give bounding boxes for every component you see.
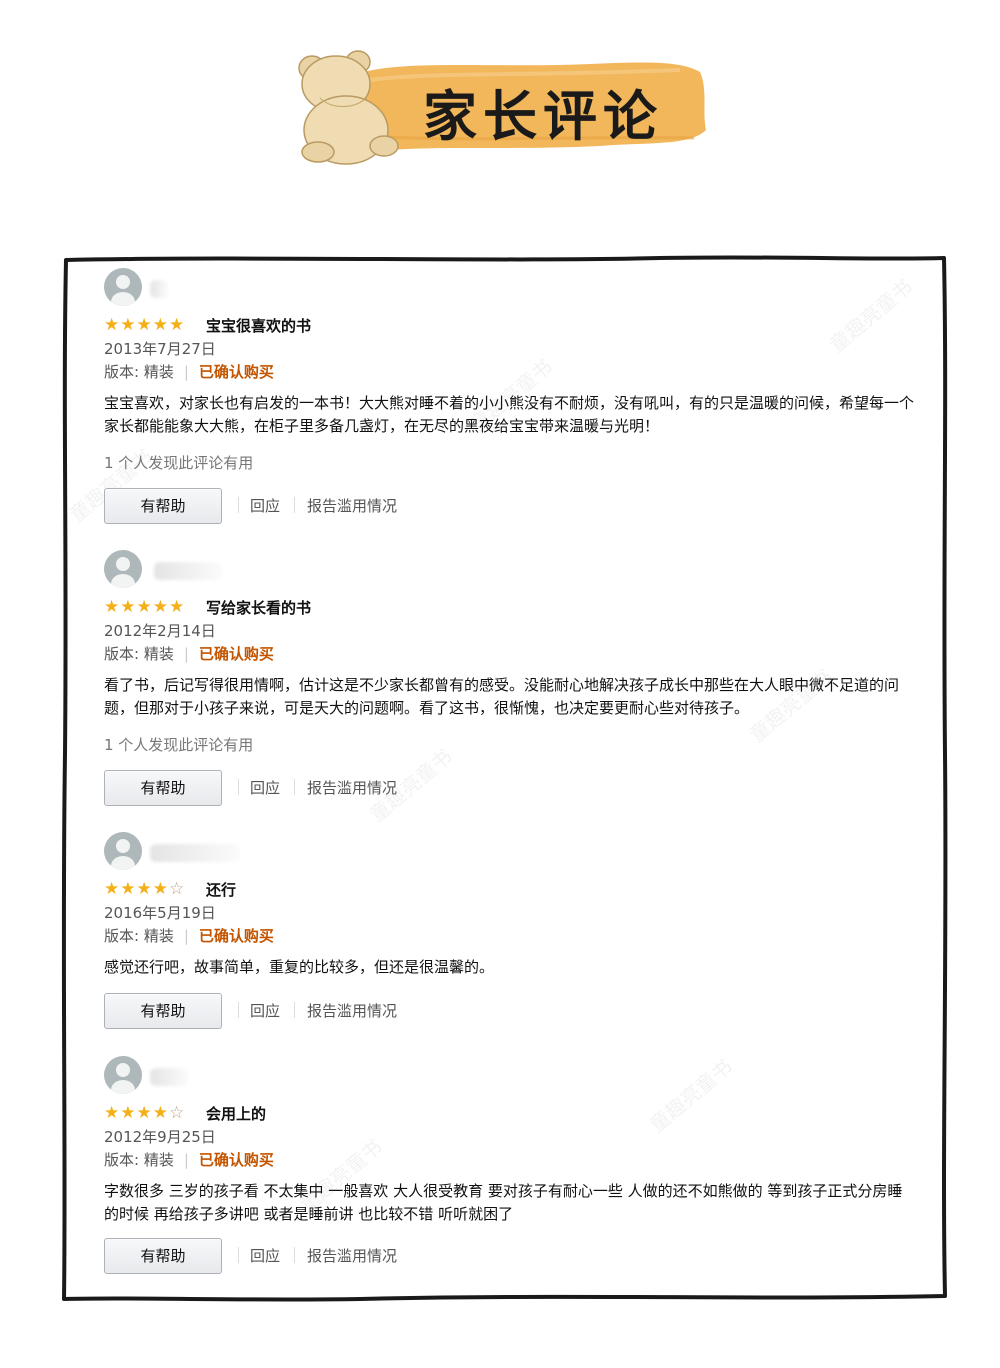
reviewer-name-blurred: [150, 844, 240, 862]
review-title[interactable]: 会用上的: [206, 1103, 266, 1124]
star-filled-icon: ★: [152, 315, 169, 335]
star-rating: ★★★★☆: [104, 1103, 185, 1123]
verified-purchase-badge: 已确认购买: [198, 645, 274, 663]
reviewer-row: [104, 550, 914, 588]
format-row: 版本: 精装 | 已确认购买: [104, 363, 274, 381]
review-date: 2016年5月19日: [104, 904, 216, 922]
star-filled-icon: ★: [104, 315, 121, 335]
header-banner: 家长评论: [290, 38, 710, 168]
review-title[interactable]: 宝宝很喜欢的书: [206, 315, 311, 336]
divider: [294, 1002, 295, 1018]
review-card: ★★★★★ 宝宝很喜欢的书 2013年7月27日 版本: 精装 | 已确认购买 宝宝…: [104, 268, 914, 526]
review-actions: 有帮助 回应 报告滥用情况: [104, 488, 914, 526]
format-label: 版本: 精装: [104, 927, 174, 945]
review-title[interactable]: 还行: [206, 879, 236, 900]
review-body: 看了书，后记写得很用情啊，估计这是不少家长都曾有的感受。没能耐心地解决孩子成长中…: [104, 676, 900, 717]
report-abuse-link[interactable]: 报告滥用情况: [307, 1000, 397, 1021]
verified-purchase-badge: 已确认购买: [198, 927, 274, 945]
star-filled-icon: ★: [104, 879, 121, 899]
divider: [238, 779, 239, 795]
review-actions: 有帮助 回应 报告滥用情况: [104, 993, 914, 1031]
format-row: 版本: 精装 | 已确认购买: [104, 645, 274, 663]
star-filled-icon: ★: [120, 597, 137, 617]
divider: [294, 497, 295, 513]
reviewer-name-blurred: [150, 1068, 188, 1086]
format-row: 版本: 精装 | 已确认购买: [104, 927, 274, 945]
format-row: 版本: 精装 | 已确认购买: [104, 1151, 274, 1169]
star-filled-icon: ★: [120, 879, 137, 899]
star-filled-icon: ★: [136, 597, 153, 617]
avatar-icon: [104, 550, 142, 588]
star-filled-icon: ★: [120, 1103, 137, 1123]
verified-purchase-badge: 已确认购买: [198, 1151, 274, 1169]
reply-link[interactable]: 回应: [250, 777, 280, 798]
reviewer-name-blurred: [154, 562, 222, 580]
divider: [294, 1247, 295, 1263]
review-body: 字数很多 三岁的孩子看 不太集中 一般喜欢 大人很受教育 要对孩子有耐心一些 人…: [104, 1182, 903, 1223]
review-actions: 有帮助 回应 报告滥用情况: [104, 770, 914, 808]
star-filled-icon: ★: [169, 315, 186, 335]
reply-link[interactable]: 回应: [250, 495, 280, 516]
star-empty-icon: ☆: [169, 1103, 186, 1123]
review-card: ★★★★☆ 还行 2016年5月19日 版本: 精装 | 已确认购买 感觉还行吧，故…: [104, 832, 914, 1031]
format-label: 版本: 精装: [104, 1151, 174, 1169]
star-filled-icon: ★: [104, 1103, 121, 1123]
teddy-bear-illustration: [298, 50, 399, 165]
helpful-button[interactable]: 有帮助: [104, 770, 222, 806]
star-filled-icon: ★: [152, 879, 169, 899]
review-title[interactable]: 写给家长看的书: [206, 597, 311, 618]
review-date: 2012年2月14日: [104, 622, 216, 640]
reply-link[interactable]: 回应: [250, 1000, 280, 1021]
divider: [294, 779, 295, 795]
star-rating: ★★★★★: [104, 315, 185, 335]
star-rating: ★★★★☆: [104, 879, 185, 899]
helpful-button[interactable]: 有帮助: [104, 993, 222, 1029]
format-label: 版本: 精装: [104, 363, 174, 381]
star-filled-icon: ★: [169, 597, 186, 617]
page-title: 家长评论: [423, 85, 663, 148]
star-rating: ★★★★★: [104, 597, 185, 617]
divider: [238, 1002, 239, 1018]
review-actions: 有帮助 回应 报告滥用情况: [104, 1238, 914, 1276]
divider: [238, 497, 239, 513]
review-body: 宝宝喜欢，对家长也有启发的一本书！大大熊对睡不着的小小熊没有不耐烦，没有吼叫，有…: [104, 394, 915, 435]
star-filled-icon: ★: [136, 315, 153, 335]
review-date: 2013年7月27日: [104, 340, 216, 358]
star-filled-icon: ★: [104, 597, 121, 617]
review-body: 感觉还行吧，故事简单，重复的比较多，但还是很温馨的。: [104, 958, 495, 976]
helpful-count: 1 个人发现此评论有用: [104, 736, 254, 754]
star-filled-icon: ★: [152, 597, 169, 617]
format-label: 版本: 精装: [104, 645, 174, 663]
star-empty-icon: ☆: [169, 879, 186, 899]
reply-link[interactable]: 回应: [250, 1245, 280, 1266]
report-abuse-link[interactable]: 报告滥用情况: [307, 495, 397, 516]
avatar-icon: [104, 832, 142, 870]
reviewer-row: [104, 268, 914, 306]
avatar-icon: [104, 268, 142, 306]
verified-purchase-badge: 已确认购买: [198, 363, 274, 381]
report-abuse-link[interactable]: 报告滥用情况: [307, 777, 397, 798]
helpful-button[interactable]: 有帮助: [104, 1238, 222, 1274]
report-abuse-link[interactable]: 报告滥用情况: [307, 1245, 397, 1266]
review-card: ★★★★★ 写给家长看的书 2012年2月14日 版本: 精装 | 已确认购买 看了…: [104, 550, 914, 808]
reviewer-name-blurred: [150, 280, 168, 298]
star-filled-icon: ★: [136, 1103, 153, 1123]
reviewer-row: [104, 832, 914, 870]
reviewer-row: [104, 1056, 914, 1094]
star-filled-icon: ★: [136, 879, 153, 899]
star-filled-icon: ★: [152, 1103, 169, 1123]
review-card: ★★★★☆ 会用上的 2012年9月25日 版本: 精装 | 已确认购买 字数很多 …: [104, 1056, 914, 1276]
review-date: 2012年9月25日: [104, 1128, 216, 1146]
avatar-icon: [104, 1056, 142, 1094]
helpful-button[interactable]: 有帮助: [104, 488, 222, 524]
star-filled-icon: ★: [120, 315, 137, 335]
divider: [238, 1247, 239, 1263]
helpful-count: 1 个人发现此评论有用: [104, 454, 254, 472]
